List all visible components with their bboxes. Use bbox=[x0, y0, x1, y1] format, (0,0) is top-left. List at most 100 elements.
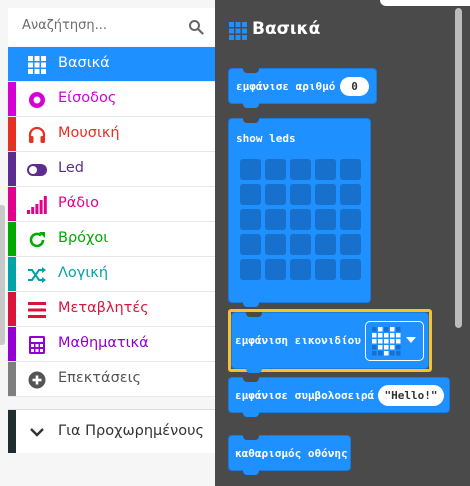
block-tab bbox=[243, 470, 259, 475]
led-cell[interactable] bbox=[265, 184, 286, 205]
heart-pixel bbox=[390, 327, 395, 332]
category-color-bar bbox=[8, 327, 16, 361]
led-cell[interactable] bbox=[265, 259, 286, 280]
heart-pixel bbox=[396, 351, 401, 356]
led-cell[interactable] bbox=[240, 234, 261, 255]
heart-pixel bbox=[378, 351, 383, 356]
heart-pixel bbox=[372, 327, 377, 332]
category-label: Βασικά bbox=[58, 55, 110, 71]
led-cell[interactable] bbox=[240, 209, 261, 230]
block-tab bbox=[243, 302, 259, 307]
category-color-bar bbox=[8, 82, 16, 116]
grid-icon bbox=[229, 22, 247, 40]
clear-screen-block[interactable]: καθαρισμός οθόνης bbox=[228, 435, 351, 475]
led-cell[interactable] bbox=[340, 209, 361, 230]
category-radio[interactable]: Ράδιο bbox=[8, 187, 215, 222]
collapse-handle[interactable] bbox=[0, 205, 5, 345]
heart-pixel bbox=[390, 339, 395, 344]
block-notch bbox=[246, 312, 262, 317]
led-cell[interactable] bbox=[340, 234, 361, 255]
category-color-bar bbox=[8, 47, 16, 81]
category-variables[interactable]: Μεταβλητές bbox=[8, 292, 215, 327]
category-music[interactable]: Μουσική bbox=[8, 117, 215, 152]
led-cell[interactable] bbox=[240, 184, 261, 205]
led-cell[interactable] bbox=[290, 234, 311, 255]
heart-pixel bbox=[390, 333, 395, 338]
string-input[interactable]: "Hello!" bbox=[378, 385, 444, 406]
led-cell[interactable] bbox=[340, 259, 361, 280]
list-icon bbox=[27, 300, 47, 320]
block-label: εμφάνισε αριθμό bbox=[236, 80, 336, 93]
led-cell[interactable] bbox=[290, 209, 311, 230]
show-leds-block[interactable]: show leds bbox=[228, 118, 371, 307]
block-notch bbox=[243, 68, 259, 73]
led-cell[interactable] bbox=[315, 184, 336, 205]
heart-pixel bbox=[372, 339, 377, 344]
heart-pixel bbox=[396, 327, 401, 332]
category-color-bar bbox=[8, 152, 16, 186]
icon-dropdown[interactable] bbox=[365, 321, 424, 361]
category-logic[interactable]: Λογική bbox=[8, 257, 215, 292]
category-math[interactable]: Μαθηματικά bbox=[8, 327, 215, 362]
chevron-down-icon bbox=[30, 428, 44, 437]
category-input[interactable]: Είσοδος bbox=[8, 82, 215, 117]
show-icon-block[interactable]: εμφάνιση εικονιδίου bbox=[231, 312, 429, 373]
calculator-icon bbox=[27, 335, 47, 355]
led-cell[interactable] bbox=[240, 259, 261, 280]
heart-pixel bbox=[378, 333, 383, 338]
advanced-label: Για Προχωρημένους bbox=[58, 423, 204, 439]
block-label: εμφάνισε συμβολοσειρά bbox=[235, 389, 375, 402]
search-icon[interactable] bbox=[188, 19, 204, 35]
heart-pixel bbox=[390, 345, 395, 350]
category-label: Είσοδος bbox=[58, 90, 117, 106]
show-string-block[interactable]: εμφάνισε συμβολοσειρά "Hello!" bbox=[228, 377, 450, 417]
search-input[interactable]: Αναζήτηση... bbox=[22, 18, 107, 33]
led-grid[interactable] bbox=[240, 159, 361, 280]
dropdown-arrow-icon bbox=[406, 337, 416, 343]
flyout-scrollbar[interactable] bbox=[455, 8, 462, 328]
heart-icon bbox=[372, 327, 401, 356]
led-cell[interactable] bbox=[315, 234, 336, 255]
toggle-icon bbox=[27, 160, 47, 180]
category-label: Λογική bbox=[58, 265, 109, 281]
circle-dot-icon bbox=[27, 90, 47, 110]
heart-pixel bbox=[384, 351, 389, 356]
heart-pixel bbox=[384, 345, 389, 350]
category-basic[interactable]: Βασικά bbox=[8, 47, 215, 82]
show-number-block[interactable]: εμφάνισε αριθμό 0 bbox=[228, 68, 377, 108]
block-label: show leds bbox=[236, 132, 296, 145]
category-led[interactable]: Led bbox=[8, 152, 215, 187]
block-notch bbox=[243, 118, 259, 123]
led-cell[interactable] bbox=[265, 234, 286, 255]
category-label: Επεκτάσεις bbox=[58, 370, 142, 386]
block-notch bbox=[243, 377, 259, 382]
shuffle-icon bbox=[27, 265, 47, 285]
led-cell[interactable] bbox=[290, 159, 311, 180]
category-color-bar bbox=[8, 292, 16, 326]
led-cell[interactable] bbox=[240, 159, 261, 180]
category-extensions[interactable]: Επεκτάσεις bbox=[8, 362, 215, 397]
led-cell[interactable] bbox=[340, 159, 361, 180]
led-cell[interactable] bbox=[265, 159, 286, 180]
heart-pixel bbox=[384, 339, 389, 344]
heart-pixel bbox=[384, 327, 389, 332]
signal-bars-icon bbox=[27, 195, 47, 215]
block-label: εμφάνιση εικονιδίου bbox=[235, 334, 361, 347]
block-tab bbox=[246, 368, 262, 373]
led-cell[interactable] bbox=[340, 184, 361, 205]
search-box[interactable]: Αναζήτηση... bbox=[8, 8, 215, 46]
category-loops[interactable]: Βρόχοι bbox=[8, 222, 215, 257]
led-cell[interactable] bbox=[265, 209, 286, 230]
advanced-toggle[interactable]: Για Προχωρημένους bbox=[8, 409, 215, 453]
category-color-bar bbox=[8, 410, 16, 453]
led-cell[interactable] bbox=[315, 209, 336, 230]
grid-icon bbox=[27, 55, 47, 75]
led-cell[interactable] bbox=[290, 184, 311, 205]
led-cell[interactable] bbox=[315, 159, 336, 180]
number-input[interactable]: 0 bbox=[340, 77, 369, 96]
heart-pixel bbox=[396, 333, 401, 338]
led-cell[interactable] bbox=[315, 259, 336, 280]
category-label: Βρόχοι bbox=[58, 230, 109, 246]
block-label: καθαρισμός οθόνης bbox=[235, 447, 348, 460]
led-cell[interactable] bbox=[290, 259, 311, 280]
